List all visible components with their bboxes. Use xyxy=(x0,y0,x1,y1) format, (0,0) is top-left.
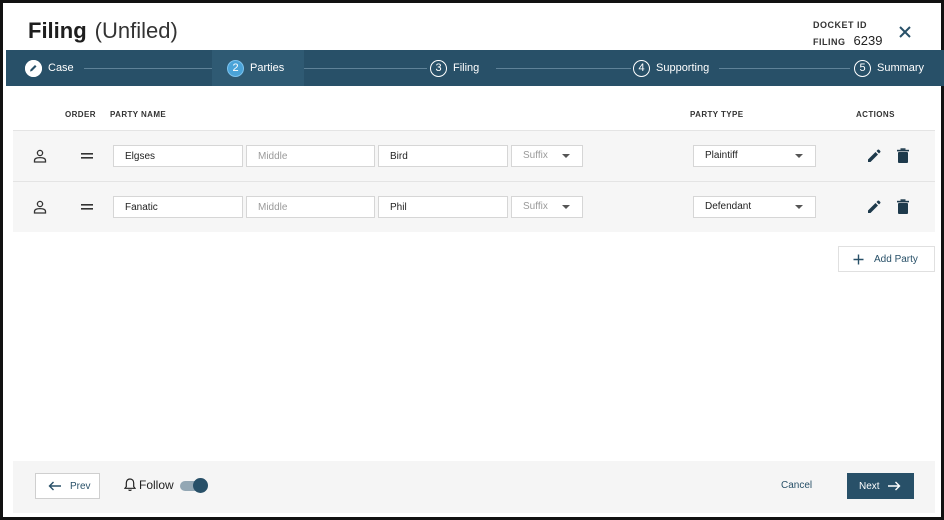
filing-number-row: FILING 6239 xyxy=(813,32,882,50)
step-supporting[interactable]: 4 Supporting xyxy=(633,50,709,86)
step-filing[interactable]: 3 Filing xyxy=(430,50,479,86)
next-label: Next xyxy=(859,480,880,492)
progress-stepper: Case 2 Parties 3 Filing 4 Supporting 5 S… xyxy=(6,50,944,86)
step-number: 2 xyxy=(227,59,244,77)
follow-label: Follow xyxy=(139,478,174,492)
table-row: Suffix Defendant xyxy=(13,182,935,232)
trash-icon[interactable] xyxy=(896,148,910,164)
step-connector xyxy=(303,68,427,69)
toggle-knob xyxy=(193,478,208,493)
step-connector xyxy=(496,68,631,69)
step-connector xyxy=(719,68,850,69)
party-type-select[interactable]: Defendant xyxy=(693,196,816,218)
step-connector xyxy=(84,68,224,69)
follow-control: Follow xyxy=(124,478,174,492)
party-type-select[interactable]: Plaintiff xyxy=(693,145,816,167)
column-header-order: ORDER xyxy=(65,110,96,119)
filing-window: Filing (Unfiled) DOCKET ID FILING 6239 Cas… xyxy=(0,0,944,520)
check-icon xyxy=(25,59,42,77)
footer: Prev Follow Cancel Next xyxy=(13,461,935,513)
middle-name-input[interactable] xyxy=(246,196,375,218)
arrow-left-icon xyxy=(48,481,61,491)
first-name-input[interactable] xyxy=(113,145,243,167)
step-summary[interactable]: 5 Summary xyxy=(854,50,924,86)
step-number: 3 xyxy=(430,59,447,77)
step-number: 5 xyxy=(854,59,871,77)
column-header-party-type: PARTY TYPE xyxy=(690,110,744,119)
filing-status: (Unfiled) xyxy=(94,18,178,43)
filing-label: FILING xyxy=(813,37,846,47)
cancel-button[interactable]: Cancel xyxy=(781,480,812,491)
middle-name-input[interactable] xyxy=(246,145,375,167)
suffix-select[interactable]: Suffix xyxy=(511,196,583,218)
party-type-value: Plaintiff xyxy=(705,150,738,161)
prev-button[interactable]: Prev xyxy=(35,473,100,499)
step-case[interactable]: Case xyxy=(25,50,74,86)
plus-icon xyxy=(853,254,864,264)
suffix-placeholder: Suffix xyxy=(523,201,548,212)
docket-id-label: DOCKET ID xyxy=(813,20,867,30)
person-icon xyxy=(33,149,47,163)
step-label: Parties xyxy=(250,62,285,74)
column-header-party-name: PARTY NAME xyxy=(110,110,167,119)
next-button[interactable]: Next xyxy=(847,473,914,499)
step-parties[interactable]: 2 Parties xyxy=(212,50,304,86)
filing-number: 6239 xyxy=(853,33,883,48)
suffix-select[interactable]: Suffix xyxy=(511,145,583,167)
last-name-input[interactable] xyxy=(378,145,508,167)
docket-info: DOCKET ID FILING 6239 xyxy=(813,20,882,48)
last-name-input[interactable] xyxy=(378,196,508,218)
chevron-down-icon xyxy=(562,154,570,158)
chevron-down-icon xyxy=(795,205,803,209)
title-text: Filing xyxy=(28,18,87,43)
edit-icon[interactable] xyxy=(866,199,882,215)
close-button[interactable] xyxy=(896,23,914,41)
bell-icon xyxy=(124,478,136,491)
add-party-button[interactable]: Add Party xyxy=(838,246,935,272)
step-label: Filing xyxy=(453,62,480,74)
drag-handle-icon[interactable] xyxy=(81,152,93,160)
first-name-input[interactable] xyxy=(113,196,243,218)
prev-label: Prev xyxy=(70,480,91,492)
arrow-right-icon xyxy=(887,481,901,491)
column-header-actions: ACTIONS xyxy=(856,110,895,119)
person-icon xyxy=(33,200,47,214)
party-type-value: Defendant xyxy=(705,201,752,212)
trash-icon[interactable] xyxy=(896,199,910,215)
chevron-down-icon xyxy=(795,154,803,158)
step-number: 4 xyxy=(633,59,650,77)
follow-toggle[interactable] xyxy=(180,478,208,494)
page-title: Filing (Unfiled) xyxy=(28,18,178,44)
drag-handle-icon[interactable] xyxy=(81,203,93,211)
close-icon xyxy=(899,26,911,38)
table-row: Suffix Plaintiff xyxy=(13,131,935,181)
step-label: Supporting xyxy=(656,62,710,74)
step-label: Case xyxy=(48,62,74,74)
header: Filing (Unfiled) DOCKET ID FILING 6239 xyxy=(6,6,944,50)
add-party-label: Add Party xyxy=(874,253,918,265)
suffix-placeholder: Suffix xyxy=(523,150,548,161)
chevron-down-icon xyxy=(562,205,570,209)
step-label: Summary xyxy=(877,62,925,74)
edit-icon[interactable] xyxy=(866,148,882,164)
